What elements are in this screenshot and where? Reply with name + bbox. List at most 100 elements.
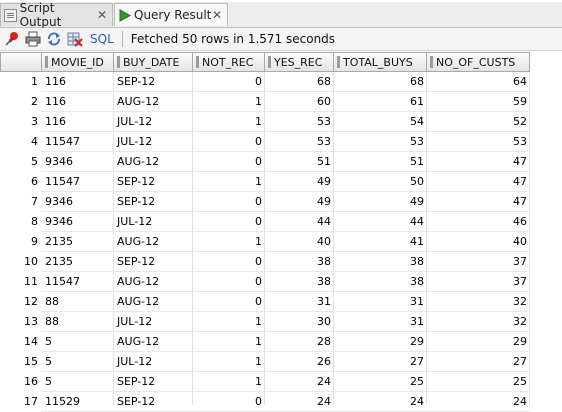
cell-no-of-custs[interactable]: 53 [427, 132, 530, 152]
cell-no-of-custs[interactable]: 27 [427, 352, 530, 372]
cell-not-rec[interactable]: 0 [193, 72, 265, 92]
cell-buy-date[interactable]: JUL-12 [114, 112, 193, 132]
cell-yes-rec[interactable]: 44 [265, 212, 334, 232]
cell-total-buys[interactable]: 51 [334, 152, 427, 172]
cell-not-rec[interactable]: 0 [193, 152, 265, 172]
cell-yes-rec[interactable]: 26 [265, 352, 334, 372]
cell-no-of-custs[interactable]: 37 [427, 272, 530, 292]
table-row[interactable]: 12 88 AUG-12 0 31 31 32 [0, 292, 562, 312]
cell-buy-date[interactable]: AUG-12 [114, 332, 193, 352]
cell-movie-id[interactable]: 11529 [42, 392, 114, 412]
cell-movie-id[interactable]: 88 [42, 292, 114, 312]
table-row[interactable]: 9 2135 AUG-12 1 40 41 40 [0, 232, 562, 252]
cell-total-buys[interactable]: 31 [334, 312, 427, 332]
cell-total-buys[interactable]: 54 [334, 112, 427, 132]
cell-movie-id[interactable]: 11547 [42, 272, 114, 292]
cell-total-buys[interactable]: 50 [334, 172, 427, 192]
table-row[interactable]: 4 11547 JUL-12 0 53 53 53 [0, 132, 562, 152]
cell-total-buys[interactable]: 49 [334, 192, 427, 212]
cell-no-of-custs[interactable]: 24 [427, 392, 530, 412]
cell-no-of-custs[interactable]: 46 [427, 212, 530, 232]
cell-not-rec[interactable]: 0 [193, 252, 265, 272]
cell-total-buys[interactable]: 68 [334, 72, 427, 92]
cell-not-rec[interactable]: 0 [193, 292, 265, 312]
cell-yes-rec[interactable]: 31 [265, 292, 334, 312]
cell-not-rec[interactable]: 0 [193, 212, 265, 232]
cell-yes-rec[interactable]: 30 [265, 312, 334, 332]
cell-no-of-custs[interactable]: 59 [427, 92, 530, 112]
cell-no-of-custs[interactable]: 64 [427, 72, 530, 92]
cell-total-buys[interactable]: 38 [334, 252, 427, 272]
cell-buy-date[interactable]: AUG-12 [114, 92, 193, 112]
cell-no-of-custs[interactable]: 47 [427, 152, 530, 172]
table-row[interactable]: 5 9346 AUG-12 0 51 51 47 [0, 152, 562, 172]
cell-movie-id[interactable]: 88 [42, 312, 114, 332]
cell-buy-date[interactable]: SEP-12 [114, 372, 193, 392]
cell-yes-rec[interactable]: 53 [265, 112, 334, 132]
column-header-no-of-custs[interactable]: NO_OF_CUSTS [427, 52, 530, 72]
cell-not-rec[interactable]: 0 [193, 192, 265, 212]
cell-buy-date[interactable]: SEP-12 [114, 172, 193, 192]
cell-total-buys[interactable]: 44 [334, 212, 427, 232]
cell-yes-rec[interactable]: 49 [265, 192, 334, 212]
table-row[interactable]: 7 9346 SEP-12 0 49 49 47 [0, 192, 562, 212]
table-row[interactable]: 10 2135 SEP-12 0 38 38 37 [0, 252, 562, 272]
cell-yes-rec[interactable]: 38 [265, 252, 334, 272]
cell-yes-rec[interactable]: 40 [265, 232, 334, 252]
cell-movie-id[interactable]: 116 [42, 92, 114, 112]
cell-movie-id[interactable]: 116 [42, 72, 114, 92]
table-row[interactable]: 2 116 AUG-12 1 60 61 59 [0, 92, 562, 112]
pin-icon[interactable] [3, 30, 21, 48]
cell-yes-rec[interactable]: 51 [265, 152, 334, 172]
cell-no-of-custs[interactable]: 52 [427, 112, 530, 132]
column-header-buy-date[interactable]: BUY_DATE [114, 52, 193, 72]
table-row[interactable]: 1 116 SEP-12 0 68 68 64 [0, 72, 562, 92]
cell-yes-rec[interactable]: 68 [265, 72, 334, 92]
cell-yes-rec[interactable]: 24 [265, 372, 334, 392]
cell-buy-date[interactable]: JUL-12 [114, 212, 193, 232]
cell-buy-date[interactable]: JUL-12 [114, 132, 193, 152]
print-icon[interactable] [24, 30, 42, 48]
table-row[interactable]: 16 5 SEP-12 1 24 25 25 [0, 372, 562, 392]
column-header-total-buys[interactable]: TOTAL_BUYS [334, 52, 427, 72]
column-header-yes-rec[interactable]: YES_REC [265, 52, 334, 72]
cell-buy-date[interactable]: AUG-12 [114, 272, 193, 292]
cell-total-buys[interactable]: 41 [334, 232, 427, 252]
cell-not-rec[interactable]: 1 [193, 352, 265, 372]
table-row[interactable]: 14 5 AUG-12 1 28 29 29 [0, 332, 562, 352]
cell-no-of-custs[interactable]: 32 [427, 292, 530, 312]
table-row[interactable]: 8 9346 JUL-12 0 44 44 46 [0, 212, 562, 232]
column-header-not-rec[interactable]: NOT_REC [193, 52, 265, 72]
cell-buy-date[interactable]: SEP-12 [114, 192, 193, 212]
cell-yes-rec[interactable]: 24 [265, 392, 334, 412]
cell-no-of-custs[interactable]: 29 [427, 332, 530, 352]
cell-movie-id[interactable]: 9346 [42, 152, 114, 172]
table-row[interactable]: 17 11529 SEP-12 0 24 24 24 [0, 392, 562, 412]
cell-no-of-custs[interactable]: 47 [427, 192, 530, 212]
cell-movie-id[interactable]: 9346 [42, 192, 114, 212]
cell-buy-date[interactable]: AUG-12 [114, 152, 193, 172]
cell-yes-rec[interactable]: 60 [265, 92, 334, 112]
cell-yes-rec[interactable]: 38 [265, 272, 334, 292]
table-row[interactable]: 6 11547 SEP-12 1 49 50 47 [0, 172, 562, 192]
cell-movie-id[interactable]: 5 [42, 372, 114, 392]
cell-not-rec[interactable]: 0 [193, 272, 265, 292]
column-header-movie-id[interactable]: MOVIE_ID [42, 52, 114, 72]
cell-yes-rec[interactable]: 28 [265, 332, 334, 352]
sql-link[interactable]: SQL [90, 32, 114, 46]
cell-total-buys[interactable]: 61 [334, 92, 427, 112]
cell-total-buys[interactable]: 38 [334, 272, 427, 292]
cell-buy-date[interactable]: AUG-12 [114, 292, 193, 312]
cell-total-buys[interactable]: 31 [334, 292, 427, 312]
cell-not-rec[interactable]: 1 [193, 312, 265, 332]
close-icon[interactable]: ✕ [212, 8, 222, 22]
cell-not-rec[interactable]: 1 [193, 232, 265, 252]
cell-no-of-custs[interactable]: 37 [427, 252, 530, 272]
cell-no-of-custs[interactable]: 25 [427, 372, 530, 392]
cell-movie-id[interactable]: 2135 [42, 252, 114, 272]
cell-movie-id[interactable]: 2135 [42, 232, 114, 252]
table-row[interactable]: 13 88 JUL-12 1 30 31 32 [0, 312, 562, 332]
cell-buy-date[interactable]: JUL-12 [114, 352, 193, 372]
cell-total-buys[interactable]: 25 [334, 372, 427, 392]
cell-movie-id[interactable]: 5 [42, 332, 114, 352]
